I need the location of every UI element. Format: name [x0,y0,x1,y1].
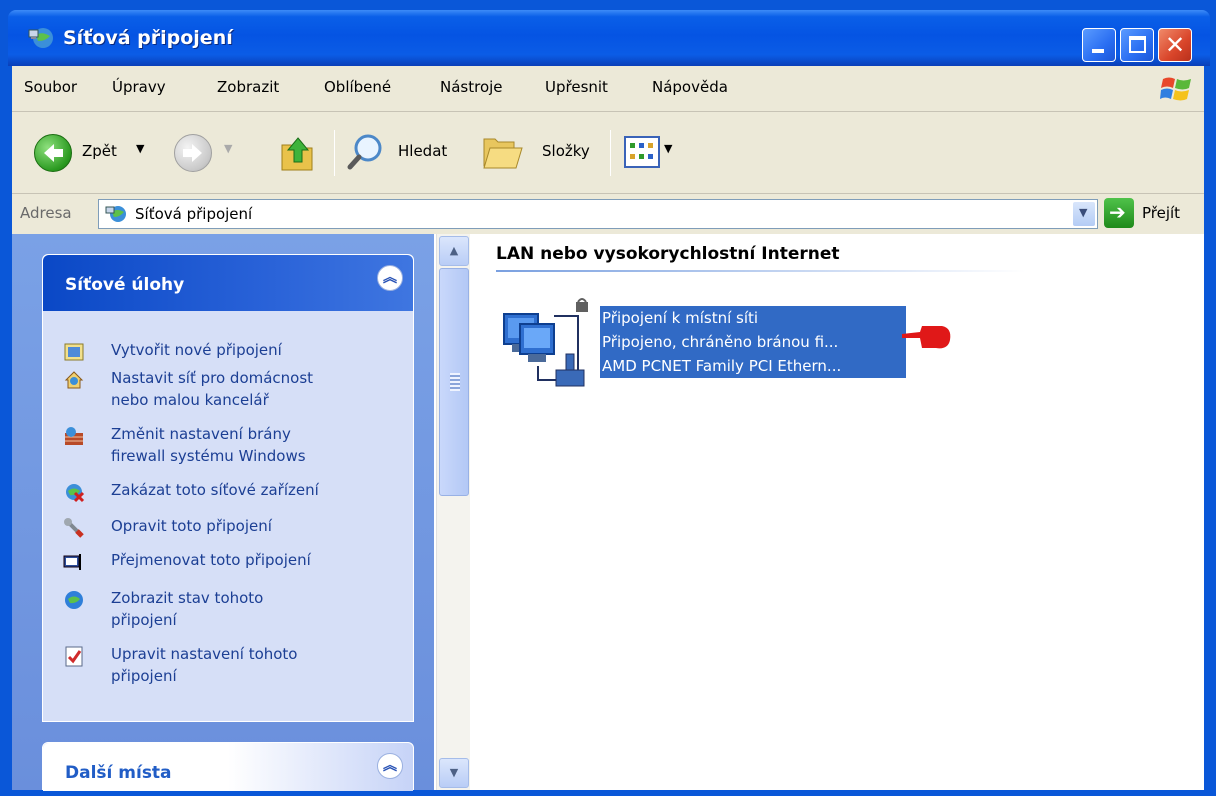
disable-device-icon [66,484,85,503]
lan-connection-icon[interactable] [498,296,590,394]
address-bar: Adresa Síťová připojení ▼ ➔ Přejít [12,194,1204,234]
toolbar: Zpět ▼ ▼ Hledat Složky ▼ [12,112,1204,194]
scroll-down-button[interactable]: ▼ [439,758,469,788]
address-field[interactable]: Síťová připojení ▼ [98,199,1098,229]
menu-edit[interactable]: Úpravy [112,78,166,96]
group-header: LAN nebo vysokorychlostní Internet [496,244,840,264]
go-label[interactable]: Přejít [1142,204,1180,222]
search-magnifier-icon[interactable] [346,132,386,172]
task-label-line1: Upravit nastavení tohoto [111,645,298,663]
explorer-window: Síťová připojení ✕ Soubor Úpravy Zobrazi… [0,0,1216,796]
task-label-line2: připojení [111,667,177,685]
toolbar-separator [334,130,335,176]
task-label[interactable]: Zobrazit stav tohoto připojení [111,587,263,631]
forward-button[interactable] [174,134,212,172]
minimize-icon [1092,49,1104,53]
address-label: Adresa [20,204,72,222]
task-label[interactable]: Zakázat toto síťové zařízení [111,479,319,501]
forward-dropdown-arrow[interactable]: ▼ [224,142,232,155]
properties-icon [65,646,83,667]
network-globe-icon [105,206,126,222]
menu-view[interactable]: Zobrazit [217,78,279,96]
main-area: Síťové úlohy ︽ Vytvořit nové připojení N… [12,234,1204,791]
task-view-status[interactable]: Zobrazit stav tohoto připojení [63,587,403,633]
other-places-panel: Další místa ︽ [42,742,414,791]
scroll-thumb[interactable] [439,268,469,496]
home-network-icon [64,371,84,389]
rename-icon [63,554,81,570]
back-label[interactable]: Zpět [82,142,117,160]
views-dropdown-arrow[interactable]: ▼ [664,142,672,155]
maximize-icon [1129,36,1146,53]
task-label[interactable]: Nastavit síť pro domácnost nebo malou kan… [111,367,313,411]
lan-connection-item[interactable]: Připojení k místní síti Připojeno, chrán… [600,306,906,378]
title-bar[interactable]: Síťová připojení ✕ [8,10,1210,66]
connection-device: AMD PCNET Family PCI Ethern... [602,357,842,375]
network-globe-icon [28,28,53,48]
views-icon[interactable] [624,136,660,168]
task-label-line2: připojení [111,611,177,629]
folders-button[interactable]: Složky [542,142,590,160]
firewall-icon [65,427,83,445]
maximize-button[interactable] [1120,28,1154,62]
task-firewall[interactable]: Změnit nastavení brány firewall systému W… [63,423,403,469]
search-button[interactable]: Hledat [398,142,447,160]
grip-icon [450,373,460,391]
forward-arrow-icon [183,144,202,162]
task-label-line2: nebo malou kancelář [111,391,269,409]
menu-favorites[interactable]: Oblíbené [324,78,391,96]
other-places-header[interactable]: Další místa ︽ [43,743,413,791]
close-button[interactable]: ✕ [1158,28,1192,62]
task-label[interactable]: Změnit nastavení brány firewall systému W… [111,423,306,467]
task-label[interactable]: Přejmenovat toto připojení [111,549,311,571]
status-icon [65,591,83,609]
connection-status: Připojeno, chráněno bránou fi... [602,333,839,351]
toolbar-separator [610,130,611,176]
back-arrow-icon [44,144,63,162]
address-value: Síťová připojení [135,205,253,223]
task-label[interactable]: Upravit nastavení tohoto připojení [111,643,298,687]
windows-logo-icon [1160,77,1191,101]
menu-advanced[interactable]: Upřesnit [545,78,608,96]
address-dropdown-button[interactable]: ▼ [1073,202,1095,226]
minimize-button[interactable] [1082,28,1116,62]
go-arrow-icon: ➔ [1109,200,1126,224]
task-home-network[interactable]: Nastavit síť pro domácnost nebo malou kan… [63,367,403,413]
group-header-underline [496,270,1026,272]
repair-wrench-icon [64,518,84,538]
task-label[interactable]: Opravit toto připojení [111,515,272,537]
task-label-line2: firewall systému Windows [111,447,306,465]
chevron-down-icon: ▼ [1079,206,1088,219]
go-button[interactable]: ➔ [1104,198,1134,228]
task-properties[interactable]: Upravit nastavení tohoto připojení [63,643,403,689]
menu-bar: Soubor Úpravy Zobrazit Oblíbené Nástroje… [12,66,1204,112]
network-tasks-panel: Síťové úlohy ︽ Vytvořit nové připojení N… [42,254,414,722]
up-folder-icon[interactable] [278,134,318,174]
scroll-up-button[interactable]: ▲ [439,236,469,266]
menu-tools[interactable]: Nástroje [440,78,503,96]
network-tasks-title: Síťové úlohy [65,275,185,295]
other-places-title: Další místa [65,763,172,783]
collapse-chevron-icon[interactable]: ︽ [377,265,403,291]
task-pane: Síťové úlohy ︽ Vytvořit nové připojení N… [12,234,434,791]
pointing-hand-icon [902,326,951,349]
collapse-chevron-icon[interactable]: ︽ [377,753,403,779]
back-dropdown-arrow[interactable]: ▼ [136,142,144,155]
close-icon: ✕ [1164,31,1186,59]
connections-view: LAN nebo vysokorychlostní Internet Připo… [470,234,1204,790]
back-button[interactable] [34,134,72,172]
task-label-line1: Změnit nastavení brány [111,425,291,443]
connection-name: Připojení k místní síti [602,309,759,327]
menu-help[interactable]: Nápověda [652,78,728,96]
new-connection-icon [64,343,84,361]
task-label[interactable]: Vytvořit nové připojení [111,339,282,361]
vertical-scrollbar[interactable]: ▲ ▼ [436,234,470,790]
network-tasks-header[interactable]: Síťové úlohy ︽ [43,255,413,311]
task-label-line1: Nastavit síť pro domácnost [111,369,314,387]
menu-file[interactable]: Soubor [24,78,77,96]
task-label-line1: Zobrazit stav tohoto [111,589,264,607]
folders-icon[interactable] [482,134,524,172]
window-title: Síťová připojení [63,27,233,49]
